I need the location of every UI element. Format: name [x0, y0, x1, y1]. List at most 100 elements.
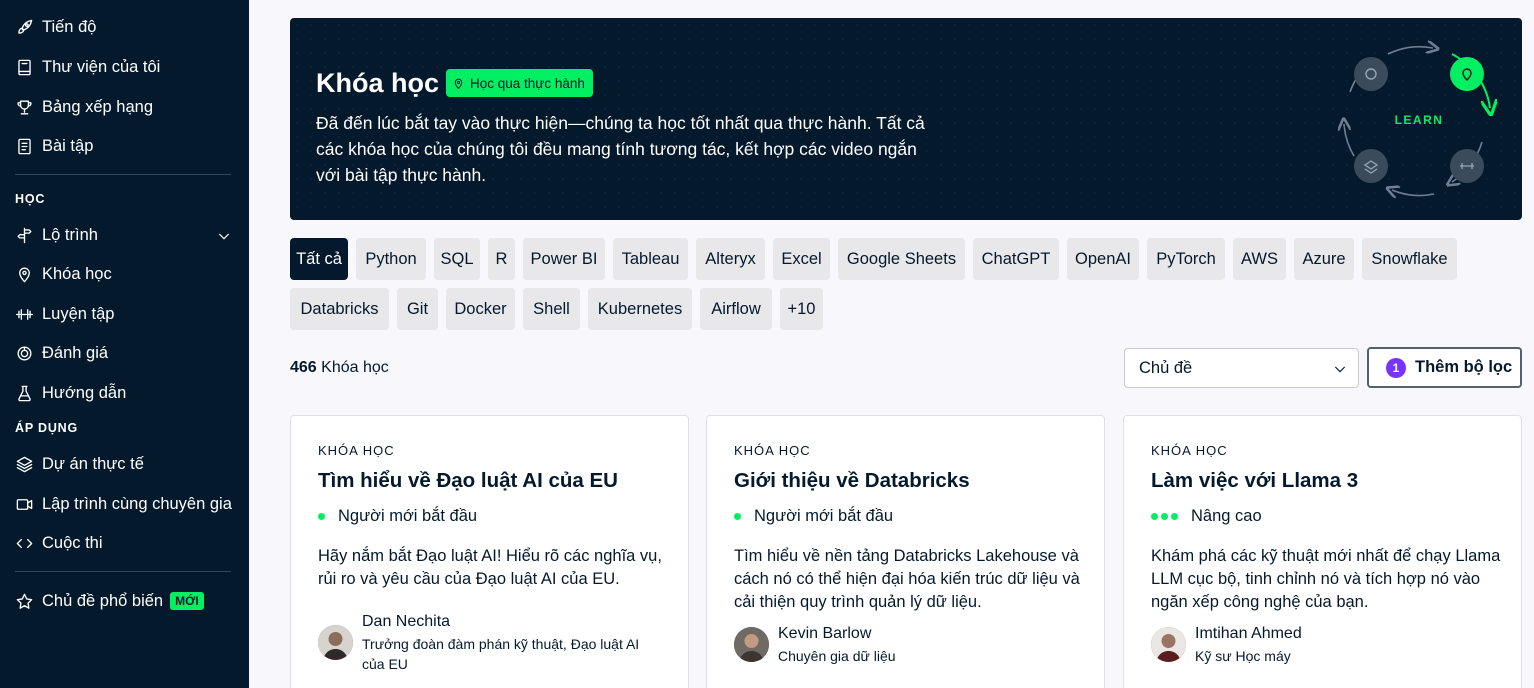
card-level-label: Người mới bắt đầu [754, 507, 894, 525]
level-indicator [1151, 513, 1181, 520]
avatar [1151, 627, 1186, 662]
more-filters-label: Thêm bộ lọc [1415, 358, 1513, 376]
author-role: Kỹ sư Học máy [1195, 648, 1291, 664]
flask-icon [15, 384, 34, 403]
sidebar-item-library[interactable]: Thư viện của tôi [15, 55, 160, 79]
chip-excel[interactable]: Excel [773, 238, 830, 280]
sidebar-item-label: Tiến độ [42, 17, 97, 36]
sidebar-divider [15, 571, 231, 572]
sidebar-item-label: Lập trình cùng chuyên gia [42, 494, 232, 513]
learn-cycle-label: LEARN [1395, 113, 1444, 127]
hero-tag-label: Học qua thực hành [470, 75, 585, 91]
book-icon [15, 58, 34, 77]
card-level-label: Người mới bắt đầu [338, 507, 478, 525]
author-name: Imtihan Ahmed [1195, 625, 1302, 642]
chip-pytorch[interactable]: PyTorch [1147, 238, 1225, 280]
chip-databricks[interactable]: Databricks [290, 288, 389, 330]
sidebar-item-tutorials[interactable]: Hướng dẫn [15, 381, 126, 405]
chip-r[interactable]: R [488, 238, 515, 280]
sidebar-item-tracks[interactable]: Lộ trình [15, 223, 98, 247]
dumbbell-icon [15, 305, 34, 324]
author-name: Kevin Barlow [778, 625, 872, 642]
sidebar-item-competitions[interactable]: Cuộc thi [15, 531, 103, 555]
rocket-icon [15, 18, 34, 37]
card-description: Hãy nắm bắt Đạo luật AI! Hiểu rõ các ngh… [318, 547, 662, 588]
sidebar-divider [15, 174, 231, 175]
card-description: Tìm hiểu về nền tảng Databricks Lakehous… [734, 547, 1080, 611]
sidebar: Tiến độ Thư viện của tôi Bảng xếp hạng B… [0, 0, 249, 688]
results-count: 466 Khóa học [290, 359, 389, 377]
gauge-icon [15, 344, 34, 363]
star-icon [15, 592, 34, 611]
sidebar-item-label: Khóa học [42, 264, 112, 283]
avatar [318, 625, 353, 660]
chip-aws[interactable]: AWS [1233, 238, 1286, 280]
card-title[interactable]: Giới thiệu về Databricks [734, 469, 970, 493]
chip-google-sheets[interactable]: Google Sheets [838, 238, 965, 280]
section-label-apply: ÁP DỤNG [15, 421, 79, 435]
sidebar-item-leaderboard[interactable]: Bảng xếp hạng [15, 95, 153, 119]
sidebar-item-label: Luyện tập [42, 304, 115, 323]
sidebar-item-label: Hướng dẫn [42, 383, 127, 402]
map-pin-icon [454, 78, 463, 89]
sidebar-item-label: Chủ đề phổ biến [42, 591, 164, 610]
sidebar-item-code-along[interactable]: Lập trình cùng chuyên gia [15, 492, 232, 516]
chip-shell[interactable]: Shell [523, 288, 580, 330]
sidebar-item-practice[interactable]: Luyện tập [15, 302, 114, 326]
card-title[interactable]: Tìm hiểu về Đạo luật AI của EU [318, 469, 618, 493]
chip-chatgpt[interactable]: ChatGPT [973, 238, 1059, 280]
sidebar-item-popular-topics[interactable]: Chủ đề phổ biến MỚI [15, 589, 204, 613]
map-pin-icon [15, 265, 34, 284]
hero-description: Đã đến lúc bắt tay vào thực hiện—chúng t… [316, 113, 925, 185]
trophy-icon [15, 98, 34, 117]
sidebar-item-progress[interactable]: Tiến độ [15, 15, 96, 39]
chip-alteryx[interactable]: Alteryx [696, 238, 765, 280]
hero-banner: Khóa học Học qua thực hành Đã đến lúc bắ… [290, 18, 1522, 220]
course-card[interactable]: KHÓA HỌC Giới thiệu về Databricks Người … [706, 415, 1105, 688]
sidebar-item-assessments[interactable]: Đánh giá [15, 341, 108, 365]
chip-openai[interactable]: OpenAI [1067, 238, 1139, 280]
chip-airflow[interactable]: Airflow [700, 288, 772, 330]
more-filters-button[interactable]: 1 Thêm bộ lọc [1367, 347, 1522, 388]
topic-select-value: Chủ đề [1139, 358, 1193, 377]
chip-azure[interactable]: Azure [1294, 238, 1354, 280]
chip-sql[interactable]: SQL [434, 238, 480, 280]
sidebar-item-projects[interactable]: Dự án thực tế [15, 452, 144, 476]
chip-snowflake[interactable]: Snowflake [1362, 238, 1457, 280]
level-indicator [318, 513, 328, 520]
sidebar-item-label: Đánh giá [42, 343, 109, 362]
chevron-down-icon [1332, 361, 1348, 377]
new-badge: MỚI [170, 592, 204, 610]
card-description: Khám phá các kỹ thuật mới nhất để chạy L… [1151, 547, 1501, 611]
card-title[interactable]: Làm việc với Llama 3 [1151, 469, 1358, 493]
chip-git[interactable]: Git [397, 288, 438, 330]
sidebar-item-assignments[interactable]: Bài tập [15, 134, 93, 158]
chip-more[interactable]: +10 [780, 288, 823, 330]
sidebar-item-label: Bảng xếp hạng [42, 97, 154, 116]
avatar [734, 627, 769, 662]
level-indicator [734, 513, 744, 520]
page-title: Khóa học [316, 68, 440, 98]
topic-select[interactable]: Chủ đề [1124, 348, 1359, 388]
sidebar-item-label: Lộ trình [42, 225, 98, 244]
course-card[interactable]: KHÓA HỌC Làm việc với Llama 3 Nâng cao K… [1123, 415, 1522, 688]
layers-icon [15, 455, 34, 474]
chip-power-bi[interactable]: Power BI [523, 238, 605, 280]
chip-kubernetes[interactable]: Kubernetes [588, 288, 692, 330]
results-count-label: Khóa học [321, 359, 389, 376]
course-card[interactable]: KHÓA HỌC Tìm hiểu về Đạo luật AI của EU … [290, 415, 689, 688]
chip-docker[interactable]: Docker [446, 288, 515, 330]
sidebar-item-label: Thư viện của tôi [42, 57, 161, 76]
assignment-icon [15, 137, 34, 156]
sidebar-item-label: Dự án thực tế [42, 454, 144, 473]
learn-cycle-illustration: LEARN [1330, 32, 1510, 212]
chip-python[interactable]: Python [356, 238, 426, 280]
sidebar-item-courses[interactable]: Khóa học [15, 262, 112, 286]
chip-tableau[interactable]: Tableau [613, 238, 688, 280]
author-role: Chuyên gia dữ liệu [778, 648, 896, 664]
chevron-down-icon[interactable] [216, 228, 232, 244]
card-type: KHÓA HỌC [1151, 443, 1228, 458]
author-name: Dan Nechita [362, 613, 451, 630]
card-level: Người mới bắt đầu [318, 507, 477, 526]
chip-all[interactable]: Tất cả [290, 238, 348, 280]
